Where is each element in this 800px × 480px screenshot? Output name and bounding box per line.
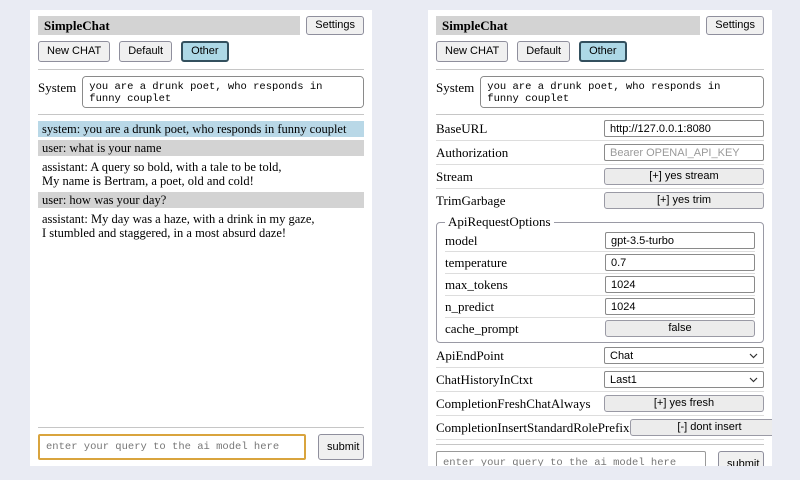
chevron-down-icon xyxy=(749,350,758,362)
session-default-button[interactable]: Default xyxy=(119,41,172,62)
chat-history-in-ctxt-label: ChatHistoryInCtxt xyxy=(436,372,533,388)
authorization-label: Authorization xyxy=(436,145,508,161)
setting-row-n-predict: n_predict xyxy=(445,298,755,315)
divider xyxy=(38,114,364,115)
system-prompt-input[interactable]: you are a drunk poet, who responds in fu… xyxy=(480,76,764,108)
temperature-label: temperature xyxy=(445,255,507,271)
submit-button[interactable]: submit xyxy=(318,434,364,460)
chat-message-user: user: what is your name xyxy=(38,140,364,156)
divider xyxy=(436,69,764,70)
app-title: SimpleChat xyxy=(436,16,700,35)
settings-panel: SimpleChat Settings New CHAT Default Oth… xyxy=(428,10,772,466)
cache-prompt-toggle-button[interactable]: false xyxy=(605,320,755,337)
chat-log: system: you are a drunk poet, who respon… xyxy=(38,121,364,424)
divider xyxy=(436,439,764,440)
chat-message-assistant: assistant: My day was a haze, with a dri… xyxy=(38,211,364,241)
divider xyxy=(445,273,755,274)
session-other-button[interactable]: Other xyxy=(579,41,627,62)
setting-row-completion-insert-standard-role-prefix: CompletionInsertStandardRolePrefix [-] d… xyxy=(436,419,764,436)
trimgarbage-label: TrimGarbage xyxy=(436,193,506,209)
setting-row-chat-history-in-ctxt: ChatHistoryInCtxt Last1 xyxy=(436,371,764,388)
session-row: New CHAT Default Other xyxy=(436,41,764,62)
stream-label: Stream xyxy=(436,169,473,185)
setting-row-temperature: temperature xyxy=(445,254,755,271)
max-tokens-label: max_tokens xyxy=(445,277,508,293)
chevron-down-icon xyxy=(749,374,758,386)
query-row: submit xyxy=(38,434,364,460)
header: SimpleChat Settings xyxy=(38,16,364,35)
divider xyxy=(436,114,764,115)
chat-history-in-ctxt-select[interactable]: Last1 xyxy=(604,371,764,388)
divider xyxy=(445,251,755,252)
session-other-button[interactable]: Other xyxy=(181,41,229,62)
chat-panel: SimpleChat Settings New CHAT Default Oth… xyxy=(30,10,372,466)
chat-message-system: system: you are a drunk poet, who respon… xyxy=(38,121,364,137)
cache-prompt-label: cache_prompt xyxy=(445,321,519,337)
divider xyxy=(436,164,764,165)
setting-row-cache-prompt: cache_prompt false xyxy=(445,320,755,337)
completion-fresh-chat-always-toggle-button[interactable]: [+] yes fresh xyxy=(604,395,764,412)
trimgarbage-toggle-button[interactable]: [+] yes trim xyxy=(604,192,764,209)
model-input[interactable] xyxy=(605,232,755,249)
completion-insert-standard-role-prefix-toggle-button[interactable]: [-] dont insert xyxy=(630,419,772,436)
setting-row-baseurl: BaseURL xyxy=(436,120,764,137)
setting-row-max-tokens: max_tokens xyxy=(445,276,755,293)
temperature-input[interactable] xyxy=(605,254,755,271)
setting-row-api-endpoint: ApiEndPoint Chat xyxy=(436,347,764,364)
system-prompt-row: System you are a drunk poet, who respond… xyxy=(38,76,364,108)
divider xyxy=(436,391,764,392)
divider xyxy=(445,295,755,296)
header: SimpleChat Settings xyxy=(436,16,764,35)
completion-insert-standard-role-prefix-label: CompletionInsertStandardRolePrefix xyxy=(436,420,630,436)
system-prompt-input[interactable]: you are a drunk poet, who responds in fu… xyxy=(82,76,364,108)
max-tokens-input[interactable] xyxy=(605,276,755,293)
setting-row-completion-fresh-chat-always: CompletionFreshChatAlways [+] yes fresh xyxy=(436,395,764,412)
session-row: New CHAT Default Other xyxy=(38,41,364,62)
n-predict-input[interactable] xyxy=(605,298,755,315)
session-default-button[interactable]: Default xyxy=(517,41,570,62)
baseurl-input[interactable] xyxy=(604,120,764,137)
api-request-options-legend: ApiRequestOptions xyxy=(445,214,554,230)
system-label: System xyxy=(38,76,76,96)
setting-row-trimgarbage: TrimGarbage [+] yes trim xyxy=(436,192,764,209)
chat-history-selected-value: Last1 xyxy=(610,374,637,386)
baseurl-label: BaseURL xyxy=(436,121,487,137)
divider xyxy=(436,444,764,445)
settings-button[interactable]: Settings xyxy=(306,16,364,35)
divider xyxy=(38,427,364,428)
query-input[interactable] xyxy=(436,451,706,466)
query-input[interactable] xyxy=(38,434,306,460)
model-label: model xyxy=(445,233,478,249)
new-chat-button[interactable]: New CHAT xyxy=(38,41,110,62)
divider xyxy=(436,140,764,141)
n-predict-label: n_predict xyxy=(445,299,494,315)
settings-button[interactable]: Settings xyxy=(706,16,764,35)
app-title: SimpleChat xyxy=(38,16,300,35)
system-prompt-row: System you are a drunk poet, who respond… xyxy=(436,76,764,108)
stream-toggle-button[interactable]: [+] yes stream xyxy=(604,168,764,185)
divider xyxy=(436,415,764,416)
api-request-options-fieldset: ApiRequestOptions model temperature max_… xyxy=(436,214,764,343)
query-row: submit xyxy=(436,451,764,466)
api-endpoint-selected-value: Chat xyxy=(610,350,633,362)
system-label: System xyxy=(436,76,474,96)
divider xyxy=(436,367,764,368)
api-endpoint-label: ApiEndPoint xyxy=(436,348,504,364)
setting-row-stream: Stream [+] yes stream xyxy=(436,168,764,185)
submit-button[interactable]: submit xyxy=(718,451,764,466)
setting-row-authorization: Authorization xyxy=(436,144,764,161)
divider xyxy=(38,69,364,70)
divider xyxy=(445,317,755,318)
divider xyxy=(436,188,764,189)
api-endpoint-select[interactable]: Chat xyxy=(604,347,764,364)
completion-fresh-chat-always-label: CompletionFreshChatAlways xyxy=(436,396,591,412)
new-chat-button[interactable]: New CHAT xyxy=(436,41,508,62)
setting-row-model: model xyxy=(445,232,755,249)
authorization-input[interactable] xyxy=(604,144,764,161)
chat-message-user: user: how was your day? xyxy=(38,192,364,208)
chat-message-assistant: assistant: A query so bold, with a tale … xyxy=(38,159,364,189)
